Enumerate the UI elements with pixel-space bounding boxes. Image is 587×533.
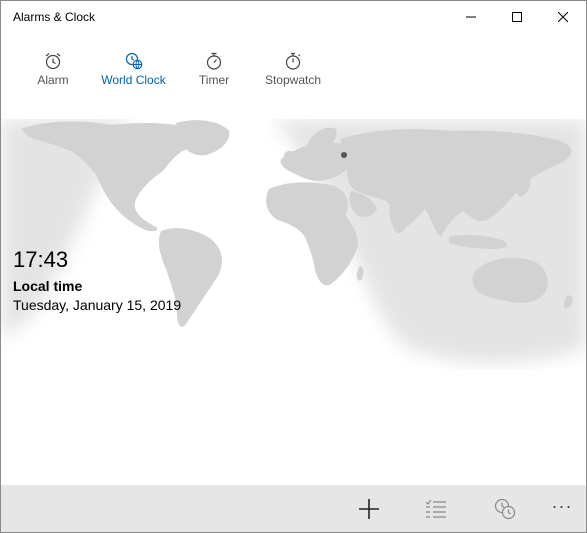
command-bar: ···	[1, 485, 586, 532]
maximize-button[interactable]	[494, 1, 540, 33]
minimize-button[interactable]	[448, 1, 494, 33]
world-clock-icon	[125, 52, 142, 70]
tab-alarm[interactable]: Alarm	[25, 45, 81, 101]
local-date: Tuesday, January 15, 2019	[13, 297, 182, 313]
more-icon: ···	[551, 496, 573, 516]
add-clock-button[interactable]	[345, 485, 393, 532]
world-map	[1, 119, 586, 369]
minimize-icon	[466, 16, 476, 18]
local-time-label: Local time	[13, 278, 83, 294]
window-title: Alarms & Clock	[13, 10, 96, 24]
africa	[266, 182, 359, 286]
local-time-value: 17:43	[13, 247, 69, 272]
madagascar	[356, 266, 364, 281]
select-list-icon	[425, 499, 446, 518]
close-button[interactable]	[540, 1, 586, 33]
local-location-marker	[341, 152, 347, 158]
select-clocks-button[interactable]	[412, 485, 460, 532]
maximize-icon	[512, 12, 522, 22]
close-icon	[558, 12, 568, 22]
tab-timer-label: Timer	[198, 73, 230, 87]
tab-alarm-label: Alarm	[37, 73, 69, 87]
stopwatch-icon	[285, 52, 301, 70]
tab-timer[interactable]: Timer	[187, 45, 241, 101]
world-map-graphic	[1, 119, 586, 364]
compare-clocks-button[interactable]	[481, 485, 529, 532]
more-options-button[interactable]: ···	[538, 485, 586, 532]
tab-world-clock-label: World Clock	[101, 73, 166, 87]
tab-stopwatch-label: Stopwatch	[264, 73, 322, 87]
timer-icon	[206, 52, 222, 70]
tab-world-clock[interactable]: World Clock	[93, 45, 174, 101]
add-icon	[359, 499, 379, 519]
title-bar: Alarms & Clock	[1, 1, 586, 33]
app-window: Alarms & Clock Alarm World Clock Timer S…	[0, 0, 587, 533]
tab-stopwatch[interactable]: Stopwatch	[257, 45, 329, 101]
compare-clocks-icon	[494, 498, 516, 520]
alarm-clock-icon	[45, 53, 61, 70]
tab-bar: Alarm World Clock Timer Stopwatch	[1, 45, 586, 144]
local-time-panel[interactable]: 17:43 Local time Tuesday, January 15, 20…	[13, 247, 181, 313]
